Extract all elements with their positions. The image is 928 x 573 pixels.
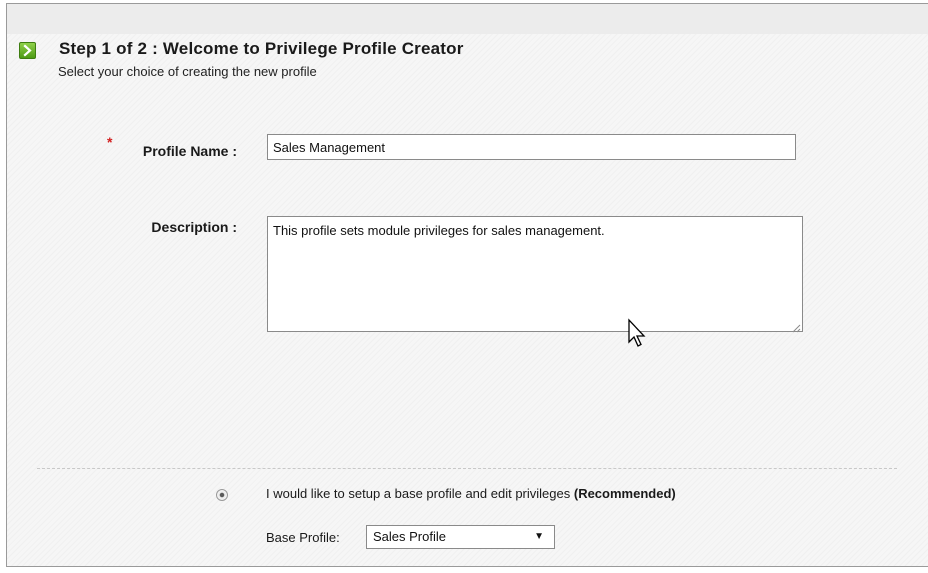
base-profile-select[interactable]: Sales Profile ▼ bbox=[366, 525, 555, 549]
base-profile-selected-value: Sales Profile bbox=[373, 529, 446, 544]
mouse-pointer-icon bbox=[627, 318, 649, 350]
dropdown-arrow-icon[interactable]: ▼ bbox=[534, 526, 544, 548]
step-subtitle: Select your choice of creating the new p… bbox=[58, 64, 317, 79]
panel-header-band bbox=[7, 4, 928, 34]
base-profile-option-label: I would like to setup a base profile and… bbox=[266, 486, 676, 501]
section-divider bbox=[37, 468, 897, 469]
recommended-label: (Recommended) bbox=[573, 486, 676, 501]
profile-name-input[interactable] bbox=[267, 134, 796, 160]
required-marker: * bbox=[107, 134, 113, 150]
profile-creator-panel: Step 1 of 2 : Welcome to Privilege Profi… bbox=[6, 3, 928, 567]
profile-name-label: Profile Name : bbox=[142, 143, 237, 159]
step-title: Step 1 of 2 : Welcome to Privilege Profi… bbox=[59, 39, 464, 58]
base-profile-label: Base Profile: bbox=[266, 530, 340, 545]
resize-grip-icon[interactable] bbox=[791, 320, 801, 333]
base-profile-option-text: I would like to setup a base profile and… bbox=[266, 486, 574, 501]
description-textarea[interactable]: This profile sets module privileges for … bbox=[267, 216, 803, 332]
description-label: Description : bbox=[151, 219, 237, 235]
base-profile-radio[interactable] bbox=[216, 489, 228, 501]
arrow-right-icon bbox=[19, 42, 36, 59]
